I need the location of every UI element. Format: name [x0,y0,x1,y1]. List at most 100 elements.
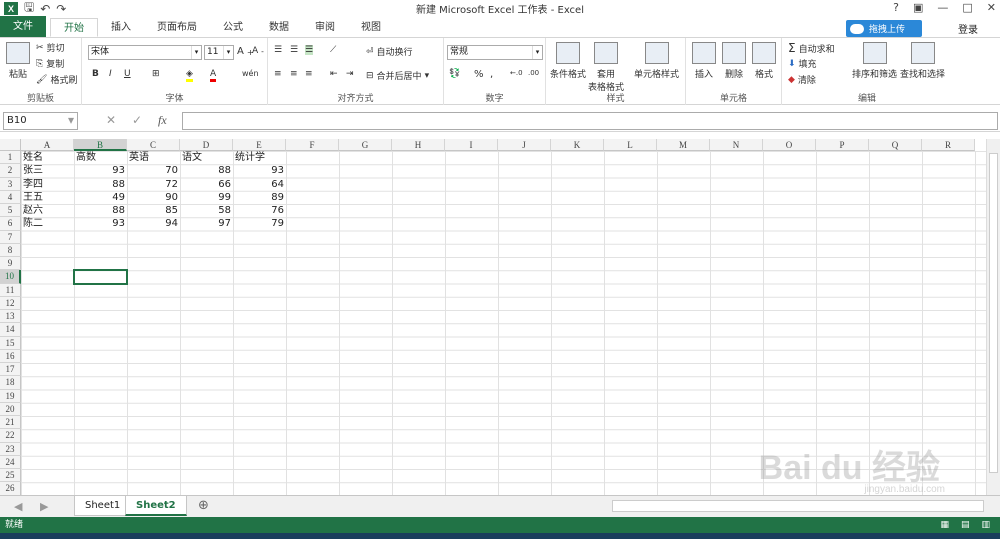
row-header[interactable]: 26 [0,482,21,495]
cell[interactable]: 94 [127,217,180,230]
formula-input[interactable] [182,112,998,130]
cell[interactable]: 王五 [21,191,74,204]
row-header[interactable]: 1 [0,151,21,165]
borders-button[interactable]: ⊞ [152,69,160,79]
cut-button[interactable]: ✂ 剪切 [36,41,65,55]
bold-button[interactable]: B [92,69,99,79]
row-header[interactable]: 4 [0,190,21,204]
merge-center-button[interactable]: ⊟ 合并后居中 ▾ [366,69,429,83]
row-header[interactable]: 20 [0,402,21,416]
column-header[interactable]: N [710,139,763,151]
cell[interactable]: 英语 [127,151,180,164]
autosum-button[interactable]: Σ 自动求和 [788,41,835,55]
normal-view-icon[interactable]: ▦ [940,517,949,533]
column-header[interactable]: H [392,139,445,151]
column-header[interactable]: E [233,139,286,151]
accounting-format-button[interactable]: 💱 [449,69,460,79]
column-header[interactable]: K [551,139,604,151]
maximize-button[interactable]: □ [962,1,972,14]
cell[interactable]: 79 [233,217,286,230]
row-header[interactable]: 21 [0,416,21,430]
row-header[interactable]: 2 [0,164,21,178]
row-header[interactable]: 25 [0,469,21,483]
help-button[interactable]: ? [893,1,899,14]
row-header[interactable]: 9 [0,257,21,271]
undo-icon[interactable]: ↶ [40,2,50,16]
format-as-table-button[interactable]: 套用 表格格式 [588,42,624,93]
decrease-decimal-button[interactable]: .00 [528,69,539,77]
increase-indent-button[interactable]: ⇥ [346,69,354,79]
column-header[interactable]: P [816,139,869,151]
font-color-button[interactable]: A [210,69,217,82]
cell[interactable]: 统计学 [233,151,286,164]
scroll-thumb[interactable] [989,153,998,473]
increase-decimal-button[interactable]: ←.0 [510,69,523,77]
column-header[interactable]: A [21,139,74,151]
row-header[interactable]: 17 [0,363,21,377]
wrap-text-button[interactable]: ⏎ 自动换行 [366,45,413,59]
format-painter-button[interactable]: 🖌 格式刷 [36,73,77,87]
page-layout-icon[interactable]: ▤ [961,517,970,533]
top-align-button[interactable]: ☰ [274,45,282,55]
orientation-button[interactable]: ⟋ [330,45,336,55]
cell[interactable]: 赵六 [21,204,74,217]
row-header[interactable]: 16 [0,349,21,363]
tab-formulas[interactable]: 公式 [210,18,256,37]
cell[interactable]: 李四 [21,178,74,191]
row-header[interactable]: 13 [0,310,21,324]
sheet-tab-2[interactable]: Sheet2 [125,496,187,516]
prev-sheet-icon[interactable]: ◀ [14,500,22,513]
column-header[interactable]: J [498,139,551,151]
ribbon-display-button[interactable]: ▣ [913,1,923,14]
conditional-format-button[interactable]: 条件格式 [550,42,586,80]
fill-button[interactable]: ⬇ 填充 [788,57,817,71]
chevron-down-icon[interactable]: ▾ [68,113,74,127]
underline-button[interactable]: U [124,69,131,79]
cell[interactable]: 88 [180,164,233,177]
cell[interactable]: 76 [233,204,286,217]
italic-button[interactable]: I [109,69,112,79]
fill-color-button[interactable]: ◈ [186,69,193,82]
align-left-button[interactable]: ≡ [274,69,282,79]
cell[interactable]: 64 [233,178,286,191]
row-header[interactable]: 19 [0,389,21,403]
next-sheet-icon[interactable]: ▶ [40,500,48,513]
insert-function-button[interactable]: fx [158,113,167,128]
column-header[interactable]: G [339,139,392,151]
close-button[interactable]: ✕ [987,1,996,14]
row-header[interactable]: 3 [0,177,21,191]
row-header[interactable]: 10 [0,270,21,284]
column-header[interactable]: C [127,139,180,151]
row-header[interactable]: 14 [0,323,21,337]
copy-button[interactable]: ⎘ 复制 [36,57,64,71]
row-header[interactable]: 8 [0,243,21,257]
cell[interactable]: 89 [233,191,286,204]
row-header[interactable]: 5 [0,204,21,218]
active-cell-b10[interactable] [73,269,128,285]
cell[interactable]: 陈二 [21,217,74,230]
clear-button[interactable]: ◆ 清除 [788,73,816,87]
insert-cells-button[interactable]: 插入 [692,42,716,80]
cell[interactable]: 85 [127,204,180,217]
font-size-select[interactable]: 11 ▾ [204,45,234,60]
cell[interactable]: 高数 [74,151,127,164]
horizontal-scrollbar[interactable] [612,500,984,512]
cell[interactable]: 49 [74,191,127,204]
align-center-button[interactable]: ≡ [290,69,298,79]
tab-home[interactable]: 开始 [50,18,98,37]
cell[interactable]: 72 [127,178,180,191]
tab-page-layout[interactable]: 页面布局 [144,18,210,37]
minimize-button[interactable]: — [937,1,948,14]
shrink-font-button[interactable]: A- [252,46,264,56]
format-cells-button[interactable]: 格式 [752,42,776,80]
cell[interactable]: 99 [180,191,233,204]
column-header[interactable]: L [604,139,657,151]
comma-style-button[interactable]: , [490,69,493,80]
cell[interactable]: 93 [233,164,286,177]
upload-button[interactable]: 拖拽上传 [846,20,922,37]
tab-view[interactable]: 视图 [348,18,394,37]
cell[interactable]: 93 [74,164,127,177]
phonetic-button[interactable]: wén [242,69,259,78]
tab-insert[interactable]: 插入 [98,18,144,37]
row-header[interactable]: 11 [0,283,21,297]
